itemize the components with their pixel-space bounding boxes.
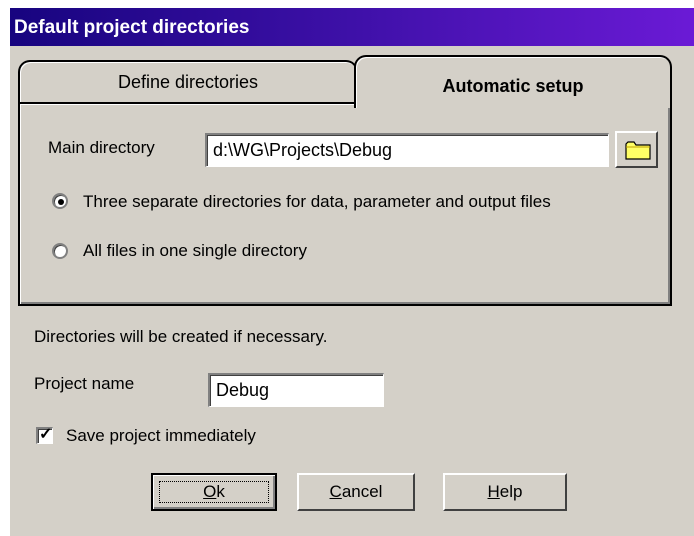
project-name-label: Project name — [34, 374, 135, 393]
radio-single-directory-label[interactable]: All files in one single directory — [83, 241, 307, 261]
project-name-input[interactable]: Debug — [208, 373, 384, 407]
cancel-button[interactable]: Cancel — [297, 473, 415, 511]
window-title: Default project directories — [14, 17, 250, 38]
checkmark-icon: ✓ — [39, 426, 53, 443]
radio-three-directories-label[interactable]: Three separate directories for data, par… — [83, 192, 551, 212]
ok-button[interactable]: Ok — [151, 473, 277, 511]
save-project-label[interactable]: Save project immediately — [66, 426, 256, 446]
info-text: Directories will be created if necessary… — [34, 327, 328, 346]
tab-automatic-setup[interactable]: Automatic setup — [354, 55, 672, 108]
tab-define-directories[interactable]: Define directories — [18, 60, 358, 104]
radio-selected-dot — [58, 199, 64, 205]
radio-single-directory[interactable] — [52, 243, 68, 259]
tab-automatic-setup-label: Automatic setup — [442, 76, 584, 96]
help-button[interactable]: Help — [443, 473, 567, 511]
main-directory-input[interactable]: d:\WG\Projects\Debug — [205, 133, 609, 167]
folder-icon — [625, 141, 651, 160]
main-directory-label: Main directory — [48, 138, 155, 157]
save-project-checkbox[interactable]: ✓ — [36, 426, 53, 444]
browse-folder-button[interactable] — [615, 131, 658, 168]
title-bar[interactable]: Default project directories — [10, 8, 694, 46]
radio-three-directories[interactable] — [52, 193, 68, 209]
tab-define-directories-label: Define directories — [117, 72, 259, 92]
